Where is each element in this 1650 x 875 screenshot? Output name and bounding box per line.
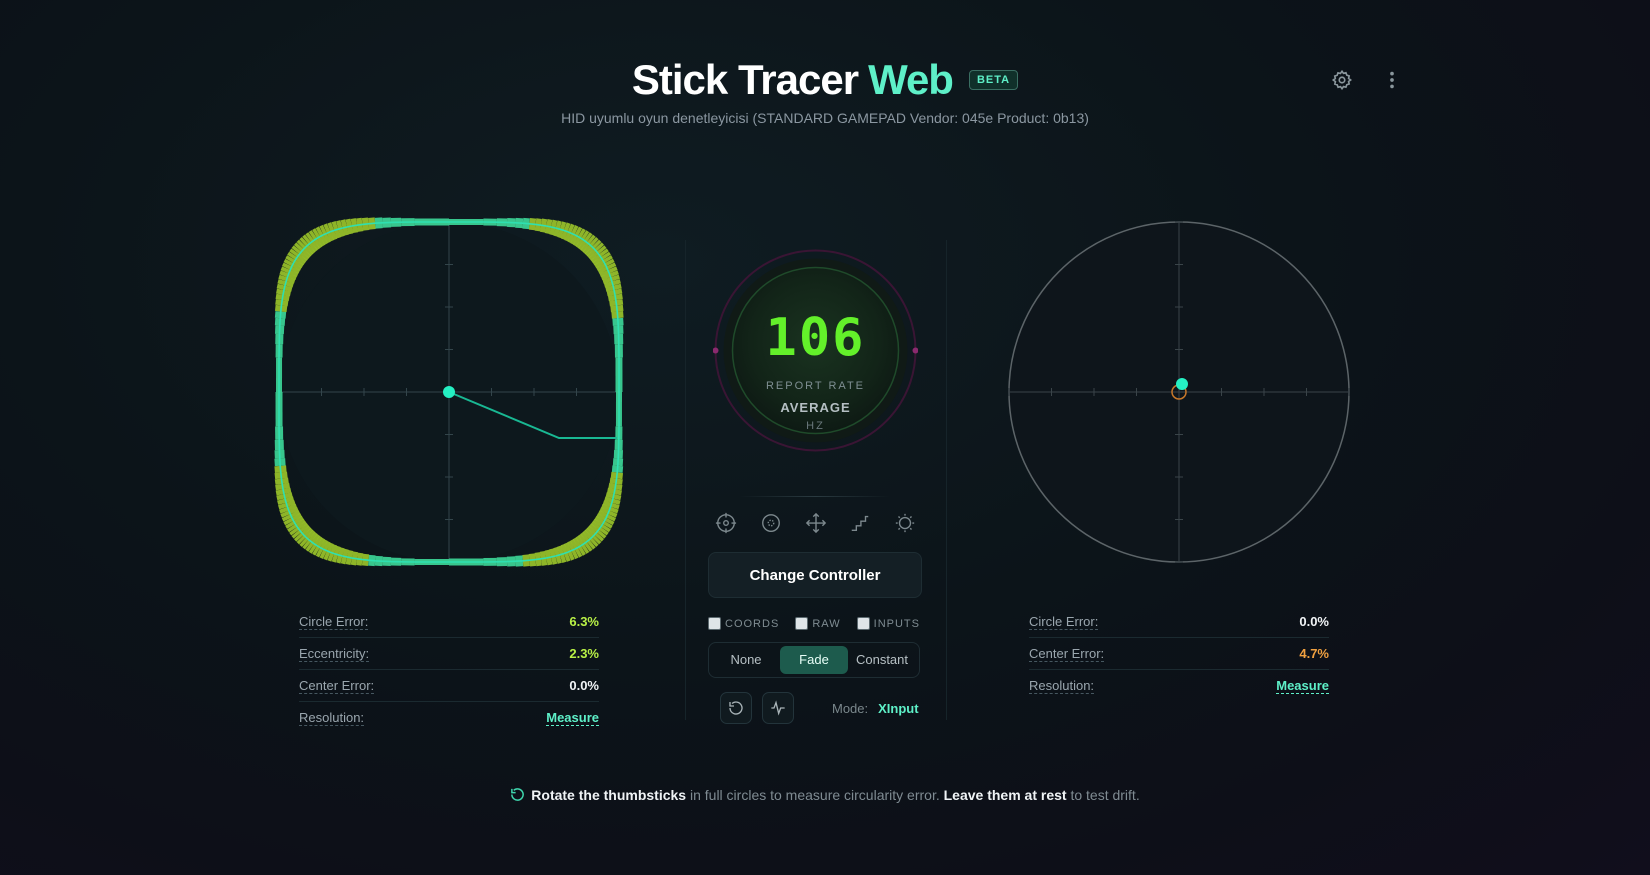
reset-icon bbox=[729, 701, 743, 715]
trail-mode-selector: None Fade Constant bbox=[708, 642, 920, 678]
measure-link[interactable]: Measure bbox=[1276, 678, 1329, 694]
stat-label: Eccentricity: bbox=[299, 645, 370, 662]
change-controller-button[interactable]: Change Controller bbox=[708, 552, 922, 598]
display-options: COORDS RAW INPUTS bbox=[708, 617, 920, 630]
stat-row: Circle Error: 6.3% bbox=[299, 606, 599, 638]
bottom-controls: Mode: XInput bbox=[720, 692, 919, 724]
stat-row: Circle Error: 0.0% bbox=[1029, 606, 1329, 638]
hint-bold-1: Rotate the thumbsticks bbox=[531, 787, 687, 803]
checkbox-box[interactable] bbox=[856, 617, 870, 630]
top-icons bbox=[1330, 68, 1404, 92]
report-rate-mode: AVERAGE bbox=[780, 400, 851, 415]
stat-label: Center Error: bbox=[299, 677, 375, 694]
stat-row: Resolution: Measure bbox=[299, 702, 599, 733]
stick-position-dot bbox=[443, 386, 455, 398]
stat-row: Eccentricity: 2.3% bbox=[299, 638, 599, 670]
hint-text-1: in full circles to measure circularity e… bbox=[686, 787, 944, 803]
stat-label: Resolution: bbox=[299, 709, 365, 726]
tool-row bbox=[713, 510, 918, 536]
gear-icon[interactable] bbox=[1330, 68, 1354, 92]
right-stick-stats: Circle Error: 0.0% Center Error: 4.7% Resolu… bbox=[1029, 606, 1329, 701]
beta-badge: BETA bbox=[968, 70, 1019, 90]
left-stick-stats: Circle Error: 6.3% Eccentricity: 2.3% Center… bbox=[299, 606, 599, 733]
reset-button[interactable] bbox=[720, 692, 752, 724]
title-main: Stick Tracer bbox=[631, 56, 859, 103]
more-vertical-icon[interactable] bbox=[1380, 68, 1404, 92]
stat-value: 4.7% bbox=[1299, 646, 1329, 661]
mode-value[interactable]: XInput bbox=[878, 701, 918, 716]
stat-label: Center Error: bbox=[1029, 645, 1105, 662]
checkbox-box[interactable] bbox=[795, 617, 809, 630]
sun-icon[interactable] bbox=[892, 510, 918, 536]
checkbox-coords[interactable]: COORDS bbox=[708, 617, 779, 630]
measure-link[interactable]: Measure bbox=[546, 710, 599, 726]
stat-row: Resolution: Measure bbox=[1029, 670, 1329, 701]
title-accent: Web bbox=[868, 56, 954, 103]
activity-icon bbox=[771, 700, 785, 716]
report-rate-value: 106 bbox=[765, 308, 866, 368]
checkbox-label: RAW bbox=[812, 617, 841, 630]
stat-row: Center Error: 4.7% bbox=[1029, 638, 1329, 670]
checkbox-inputs[interactable]: INPUTS bbox=[856, 617, 920, 630]
stat-value: 0.0% bbox=[569, 678, 599, 693]
report-rate-label: REPORT RATE bbox=[765, 380, 866, 392]
crosshair-icon[interactable] bbox=[713, 510, 739, 536]
stat-row: Center Error: 0.0% bbox=[299, 670, 599, 702]
trail-mode-none[interactable]: None bbox=[712, 646, 780, 674]
divider bbox=[740, 496, 890, 497]
hint-text-2: to test drift. bbox=[1066, 787, 1140, 803]
stick-position-dot bbox=[1176, 378, 1188, 390]
move-icon[interactable] bbox=[803, 510, 829, 536]
controller-subtitle: HID uyumlu oyun denetleyicisi (STANDARD … bbox=[561, 110, 1089, 126]
page-title: Stick Tracer Web BETA bbox=[631, 56, 1019, 104]
report-rate-unit: HZ bbox=[806, 420, 825, 432]
trail-mode-fade[interactable]: Fade bbox=[780, 646, 848, 674]
stat-value: 0.0% bbox=[1299, 614, 1329, 629]
checkbox-raw[interactable]: RAW bbox=[795, 617, 840, 630]
stat-value: 6.3% bbox=[569, 614, 599, 629]
rotate-icon bbox=[511, 788, 525, 801]
stat-value: 2.3% bbox=[569, 646, 599, 661]
stat-label: Circle Error: bbox=[1029, 613, 1099, 630]
steps-icon[interactable] bbox=[847, 510, 873, 536]
stat-label: Circle Error: bbox=[299, 613, 369, 630]
trail-mode-constant[interactable]: Constant bbox=[848, 646, 916, 674]
instructions-hint: Rotate the thumbsticks in full circles t… bbox=[0, 787, 1650, 803]
mode-label: Mode: bbox=[832, 700, 869, 716]
left-stick-plot bbox=[274, 217, 624, 567]
deadzone-icon[interactable] bbox=[758, 510, 784, 536]
checkbox-label: INPUTS bbox=[873, 617, 920, 630]
checkbox-label: COORDS bbox=[725, 617, 780, 630]
hint-bold-2: Leave them at rest bbox=[943, 787, 1067, 803]
graph-button[interactable] bbox=[762, 692, 794, 724]
right-stick-plot bbox=[1008, 221, 1350, 563]
stat-label: Resolution: bbox=[1029, 677, 1095, 694]
checkbox-box[interactable] bbox=[708, 617, 721, 630]
